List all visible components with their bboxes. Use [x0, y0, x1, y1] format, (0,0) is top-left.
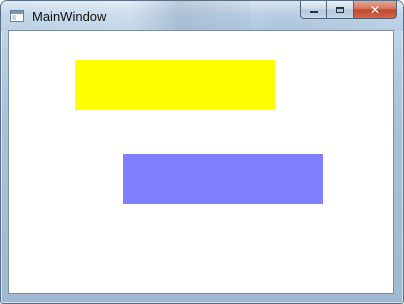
client-area [8, 30, 394, 294]
minimize-button[interactable] [300, 1, 327, 19]
close-icon: ✕ [369, 2, 381, 17]
window-title: MainWindow [32, 9, 107, 24]
close-button[interactable]: ✕ [354, 1, 397, 19]
app-window-icon[interactable] [10, 10, 24, 22]
yellow-rectangle [75, 60, 275, 110]
title-bar[interactable]: MainWindow ✕ [1, 1, 403, 31]
maximize-button[interactable] [327, 1, 354, 19]
main-window: MainWindow ✕ [0, 0, 404, 304]
title-bar-glass [131, 1, 251, 31]
minimize-icon [309, 11, 318, 13]
caption-buttons: ✕ [300, 1, 397, 21]
maximize-icon [336, 6, 344, 13]
blue-rectangle [123, 154, 323, 204]
